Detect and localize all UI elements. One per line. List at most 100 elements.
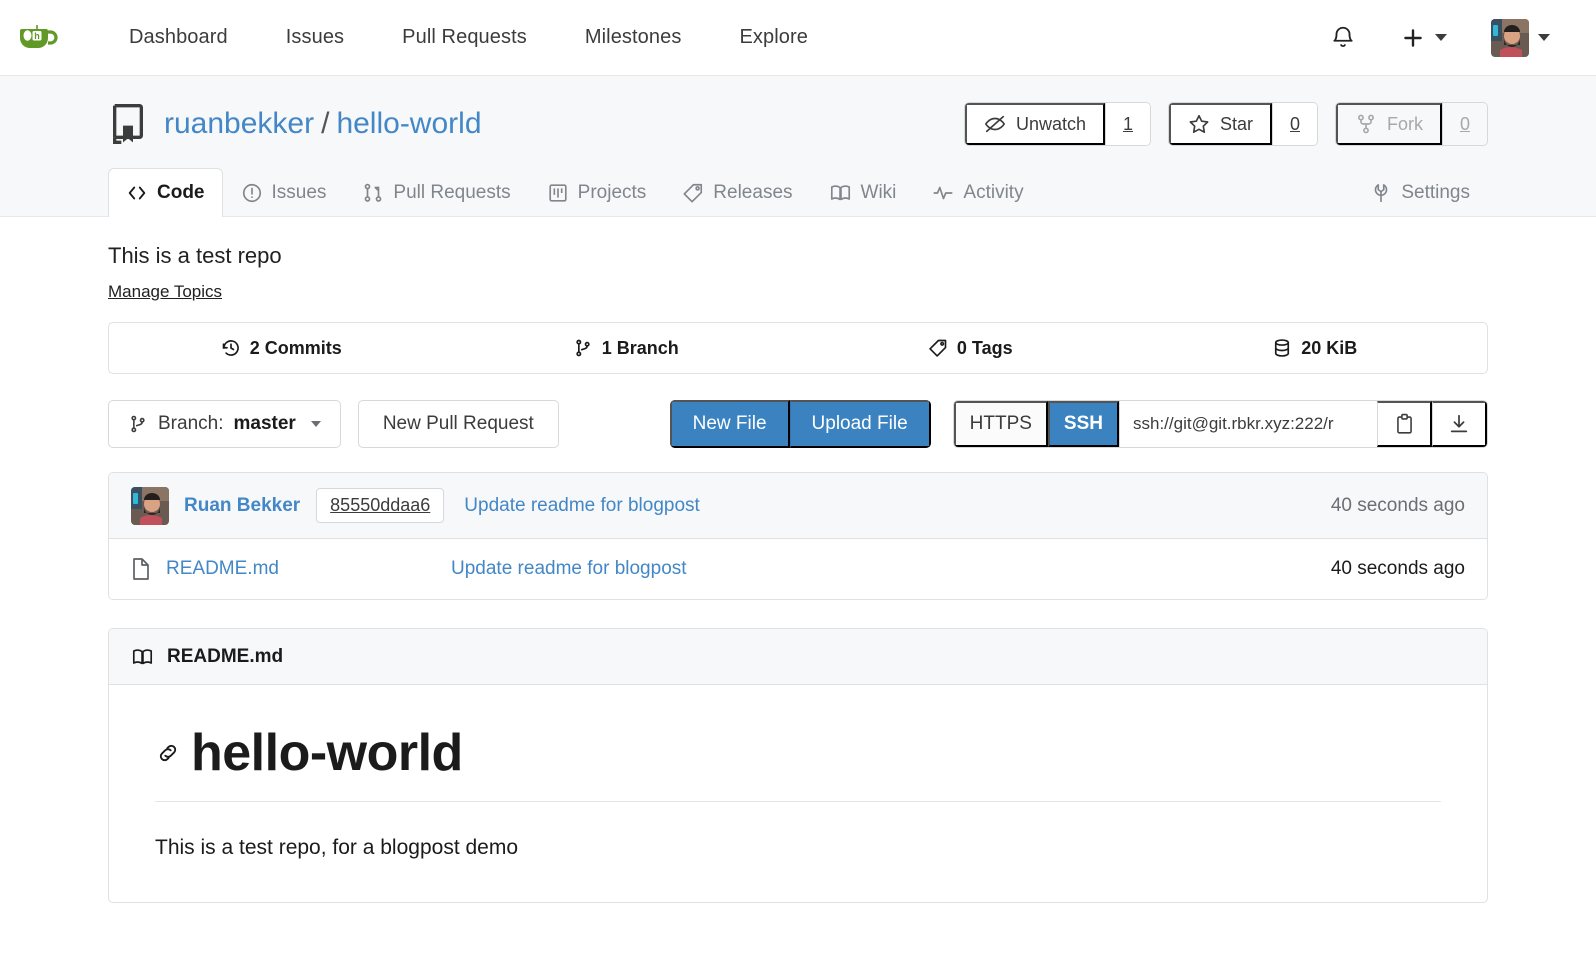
fork-button[interactable]: Fork [1336, 103, 1442, 145]
navbar-right [1308, 16, 1572, 60]
branch-prefix-label: Branch: [158, 413, 224, 434]
tab-projects[interactable]: Projects [529, 168, 665, 217]
repository-icon [108, 102, 148, 146]
tab-projects-label: Projects [577, 182, 647, 203]
table-row: README.md Update readme for blogpost 40 … [109, 539, 1487, 599]
branch-selector[interactable]: Branch: master [108, 400, 341, 448]
repo-header: ruanbekker / hello-world Unwatch 1 Star … [0, 76, 1596, 217]
manage-topics-link[interactable]: Manage Topics [108, 282, 222, 302]
stat-tags-label: 0 Tags [956, 337, 1013, 358]
chevron-down-icon [1538, 34, 1550, 41]
create-new-button[interactable] [1378, 16, 1469, 60]
file-commit-message-link[interactable]: Update readme for blogpost [451, 558, 687, 580]
clone-protocol-ssh[interactable]: SSH [1047, 401, 1119, 447]
commit-author-link[interactable]: Ruan Bekker [184, 495, 300, 517]
tab-code-label: Code [157, 182, 205, 203]
watch-button-group: Unwatch 1 [963, 102, 1151, 146]
tab-wiki[interactable]: Wiki [811, 168, 915, 217]
book-icon [131, 646, 154, 668]
history-icon [221, 338, 241, 358]
commit-sha[interactable]: 85550ddaa6 [316, 488, 445, 523]
tab-wiki-label: Wiki [860, 182, 897, 203]
upload-file-button[interactable]: Upload File [789, 400, 931, 448]
fork-label: Fork [1387, 113, 1423, 134]
repo-owner-link[interactable]: ruanbekker [164, 107, 314, 141]
svg-text:h: h [34, 31, 40, 41]
nav-link-explore[interactable]: Explore [710, 26, 837, 49]
repo-name-link[interactable]: hello-world [336, 107, 481, 141]
unwatch-label: Unwatch [1015, 113, 1086, 134]
gitea-logo[interactable]: h [10, 12, 62, 64]
nav-link-issues[interactable]: Issues [257, 26, 373, 49]
stat-branches-label: 1 Branch [601, 337, 679, 358]
pulse-icon [932, 182, 954, 204]
eye-closed-icon [984, 113, 1006, 135]
git-branch-icon [128, 414, 148, 434]
stat-size[interactable]: 20 KiB [1143, 323, 1488, 373]
clone-url-input[interactable]: ssh://git@git.rbkr.xyz:222/r [1119, 401, 1377, 447]
forks-count[interactable]: 0 [1442, 103, 1487, 145]
tab-pull-requests[interactable]: Pull Requests [344, 168, 528, 217]
chevron-down-icon [1435, 34, 1447, 41]
nav-link-dashboard[interactable]: Dashboard [100, 26, 257, 49]
project-icon [547, 182, 569, 204]
download-repo-button[interactable] [1432, 401, 1487, 447]
nav-link-milestones[interactable]: Milestones [556, 26, 711, 49]
new-file-button[interactable]: New File [669, 400, 790, 448]
star-button[interactable]: Star [1168, 103, 1272, 145]
stars-count[interactable]: 0 [1272, 103, 1317, 145]
avatar [1491, 18, 1529, 57]
tab-issues-label: Issues [271, 182, 327, 203]
user-menu-button[interactable] [1469, 16, 1572, 60]
tab-activity[interactable]: Activity [914, 168, 1041, 217]
code-icon [126, 182, 148, 204]
git-branch-icon [573, 338, 593, 358]
readme-heading: hello-world [155, 723, 1441, 802]
stat-commits[interactable]: 2 Commits [109, 323, 454, 373]
clipboard-icon [1394, 413, 1415, 436]
stat-branches[interactable]: 1 Branch [454, 323, 799, 373]
tab-settings-label: Settings [1401, 182, 1470, 203]
book-icon [829, 182, 852, 204]
plus-icon [1400, 25, 1426, 51]
commit-message-link[interactable]: Update readme for blogpost [464, 495, 700, 517]
repo-path: ruanbekker / hello-world [164, 107, 482, 141]
file-list: Ruan Bekker 85550ddaa6 Update readme for… [108, 472, 1488, 600]
branch-name-label: master [233, 413, 296, 434]
tab-activity-label: Activity [963, 182, 1024, 203]
repo-tabs: Code Issues Pull Requests Projects Relea… [108, 168, 1488, 217]
star-label: Star [1219, 113, 1253, 134]
new-pull-request-button[interactable]: New Pull Request [357, 400, 559, 448]
download-icon [1448, 413, 1470, 435]
tag-icon [682, 182, 704, 204]
star-icon [1188, 113, 1210, 135]
readme-body: hello-world This is a test repo, for a b… [109, 685, 1487, 902]
main-content: This is a test repo Manage Topics 2 Comm… [0, 217, 1596, 903]
tab-issues[interactable]: Issues [223, 168, 345, 217]
fork-button-group: Fork 0 [1335, 102, 1488, 146]
unwatch-button[interactable]: Unwatch [964, 103, 1105, 145]
file-action-group: New File Upload File [669, 400, 931, 448]
link-icon[interactable] [155, 740, 181, 766]
readme-card: README.md hello-world This is a test rep… [108, 628, 1488, 903]
tab-releases[interactable]: Releases [664, 168, 810, 217]
readme-header: README.md [109, 629, 1487, 685]
file-time: 40 seconds ago [1330, 558, 1465, 579]
repo-stats-bar: 2 Commits 1 Branch 0 Tags 20 KiB [108, 322, 1488, 374]
fork-icon [1355, 113, 1377, 135]
toolbar-right: New File Upload File HTTPS SSH ssh://git… [669, 400, 1488, 448]
notifications-button[interactable] [1308, 16, 1378, 60]
file-name-link[interactable]: README.md [166, 558, 451, 580]
copy-clone-url-button[interactable] [1377, 401, 1432, 447]
watchers-count[interactable]: 1 [1104, 103, 1150, 145]
clone-protocol-https[interactable]: HTTPS [953, 401, 1048, 447]
tab-settings[interactable]: Settings [1352, 168, 1488, 217]
stat-tags[interactable]: 0 Tags [798, 323, 1143, 373]
latest-commit-row: Ruan Bekker 85550ddaa6 Update readme for… [109, 473, 1487, 539]
repo-title-row: ruanbekker / hello-world Unwatch 1 Star … [108, 102, 1488, 168]
repo-description: This is a test repo [108, 243, 282, 268]
repo-path-separator: / [321, 107, 330, 140]
repo-toolbar: Branch: master New Pull Request New File… [108, 400, 1488, 448]
tab-code[interactable]: Code [108, 168, 223, 217]
nav-link-pull-requests[interactable]: Pull Requests [373, 26, 556, 49]
